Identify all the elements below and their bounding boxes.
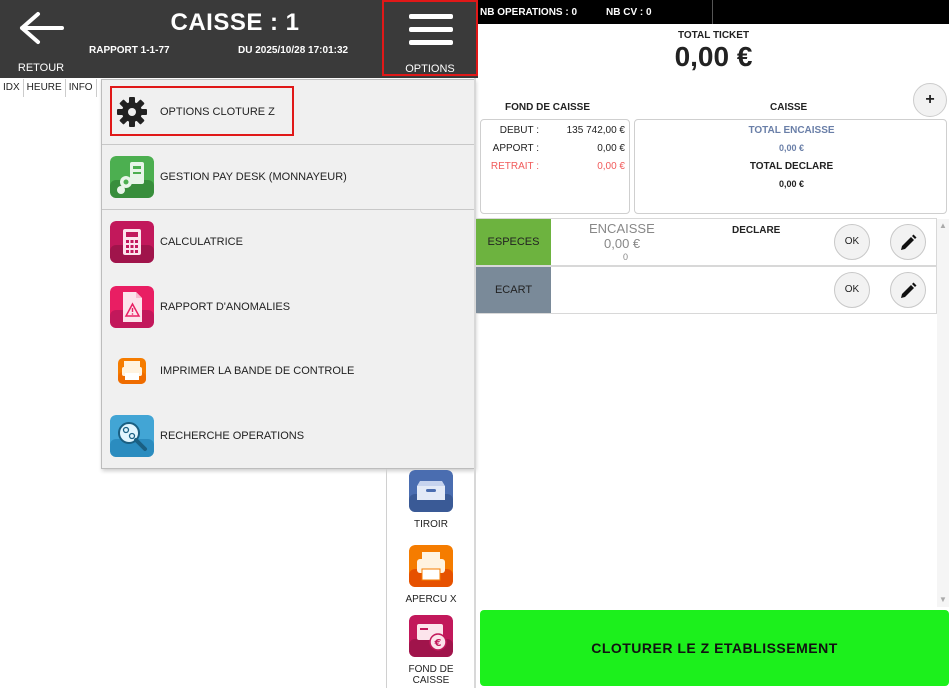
total-ticket-label: TOTAL TICKET [677,30,750,41]
total-ticket-value: 0,00 € [674,41,753,72]
column-header[interactable]: HEURE [24,79,66,97]
total-encaisse-value: 0,00 € [778,143,805,153]
options-menu: OPTIONS CLOTURE Z GESTION PAY DESK (MONN… [101,79,475,469]
printer-icon [409,545,453,587]
menu-item-label: OPTIONS CLOTURE Z [160,106,275,118]
stats-bar: NB OPERATIONS : 0 NB CV : 0 [478,0,949,24]
svg-text:€: € [434,638,442,649]
ok-button[interactable]: OK [834,272,870,308]
hamburger-menu-icon [409,14,453,53]
payment-row-ecart: ECART OK [475,266,937,314]
menu-item-label: CALCULATRICE [160,236,243,248]
encaisse-label: ENCAISSE [589,221,655,236]
menu-item-options-cloture-z[interactable]: OPTIONS CLOTURE Z [102,80,474,144]
back-button[interactable]: RETOUR [0,0,82,78]
debut-value: 135 742,00 € [566,125,625,136]
total-ticket: TOTAL TICKET 0,00 € [478,24,949,78]
payment-row-especes: ESPECES ENCAISSE 0,00 € 0 DECLARE OK [475,218,937,266]
apercu-x-label: APERCU X [405,594,457,605]
total-declare-value: 0,00 € [778,179,805,189]
stats-separator [712,0,713,24]
caisse-box: TOTAL ENCAISSE 0,00 € TOTAL DECLARE 0,00… [634,119,947,214]
rapport-number: RAPPORT 1-1-77 [89,45,170,56]
total-declare-label: TOTAL DECLARE [749,161,834,172]
panel-divider [474,78,476,688]
menu-item-gestion-pay-desk[interactable]: GESTION PAY DESK (MONNAYEUR) [102,145,474,209]
options-label: OPTIONS [405,63,455,75]
pay-desk-icon [110,156,154,198]
fond-de-caisse-label: FOND DE CAISSE [408,664,454,686]
fond-de-caisse-button[interactable]: € FOND DE CAISSE [395,615,467,686]
pencil-icon [901,234,917,250]
side-divider [386,469,387,688]
arrow-left-icon [20,12,64,44]
debut-row: DEBUT : 135 742,00 € [481,125,631,143]
table-header: IDX HEURE INFO [0,79,97,97]
apport-row: APPORT : 0,00 € [481,143,631,161]
apport-value: 0,00 € [597,143,625,154]
scroll-up-icon[interactable]: ▲ [939,221,947,230]
tiroir-label: TIROIR [414,519,448,530]
menu-item-rapport-anomalies[interactable]: RAPPORT D'ANOMALIES [102,275,474,339]
ok-button[interactable]: OK [834,224,870,260]
page-title: CAISSE : 1 [170,9,300,36]
menu-item-label: RECHERCHE OPERATIONS [160,430,305,442]
column-header[interactable]: IDX [0,79,24,97]
printer-icon [118,358,146,384]
scrollbar[interactable]: ▲ ▼ [937,219,949,607]
options-button[interactable]: OPTIONS [382,0,478,76]
nb-operations: NB OPERATIONS : 0 [480,7,578,18]
apport-label: APPORT : [492,143,539,154]
pencil-icon [901,282,917,298]
calculator-icon [110,221,154,263]
tiroir-button[interactable]: TIROIR [395,470,467,530]
encaisse-count: 0 [623,252,629,262]
cash-fund-icon: € [409,615,453,657]
menu-item-label: IMPRIMER LA BANDE DE CONTROLE [160,365,355,377]
debut-label: DEBUT : [499,125,539,136]
encaisse-value: 0,00 € [604,236,641,251]
edit-button[interactable] [890,224,926,260]
menu-item-recherche-operations[interactable]: RECHERCHE OPERATIONS [102,404,474,468]
search-operations-icon [110,415,154,457]
gear-icon [117,97,147,127]
drawer-icon [409,470,453,512]
menu-item-label: GESTION PAY DESK (MONNAYEUR) [160,171,347,183]
fond-de-caisse-box: DEBUT : 135 742,00 € APPORT : 0,00 € RET… [480,119,630,214]
retrait-label: RETRAIT : [490,161,539,172]
declare-label: DECLARE [732,225,781,236]
anomaly-report-icon [110,286,154,328]
menu-item-imprimer-bande[interactable]: IMPRIMER LA BANDE DE CONTROLE [102,339,474,403]
retrait-value: 0,00 € [597,161,625,172]
app-header: RETOUR CAISSE : 1 RAPPORT 1-1-77 DU 2025… [0,0,478,78]
cloturer-z-button[interactable]: CLOTURER LE Z ETABLISSEMENT [480,610,949,686]
caisse-title: CAISSE [770,102,808,113]
menu-item-label: RAPPORT D'ANOMALIES [160,301,291,313]
payment-tag[interactable]: ESPECES [476,219,551,265]
menu-item-calculatrice[interactable]: CALCULATRICE [102,210,474,274]
apercu-x-button[interactable]: APERCU X [395,545,467,605]
back-label: RETOUR [17,62,65,74]
retrait-row: RETRAIT : 0,00 € [481,161,631,179]
edit-button[interactable] [890,272,926,308]
column-header[interactable]: INFO [66,79,97,97]
add-button[interactable]: + [913,83,947,117]
total-encaisse-label: TOTAL ENCAISSE [748,125,835,136]
payment-tag[interactable]: ECART [476,267,551,313]
nb-cv: NB CV : 0 [606,7,652,18]
scroll-down-icon[interactable]: ▼ [939,595,947,604]
fond-de-caisse-title: FOND DE CAISSE [505,102,591,113]
report-date: DU 2025/10/28 17:01:32 [238,45,349,56]
